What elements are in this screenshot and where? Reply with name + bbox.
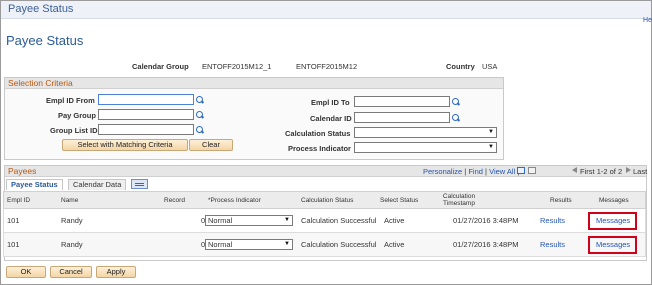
calculation-status-label: Calculation Status bbox=[285, 129, 351, 138]
country-value: USA bbox=[482, 62, 498, 71]
last-arrow-icon[interactable] bbox=[626, 167, 631, 173]
col-calculation-status: Calculation Status bbox=[301, 197, 354, 204]
view-all-link[interactable]: View All bbox=[489, 167, 515, 176]
process-indicator-label: Process Indicator bbox=[288, 144, 351, 153]
payees-title: Payees bbox=[8, 166, 37, 176]
row-select-status: Active bbox=[384, 216, 405, 225]
country-label: Country bbox=[446, 62, 475, 71]
row-results-link[interactable]: Results bbox=[540, 240, 565, 249]
pay-group-label: Pay Group bbox=[58, 111, 96, 120]
chevron-down-icon: ▼ bbox=[488, 129, 494, 135]
lookup-icon[interactable] bbox=[196, 126, 204, 134]
row-name: Randy bbox=[61, 216, 83, 225]
row-empl-id: 101 bbox=[7, 216, 20, 225]
cancel-button[interactable]: Cancel bbox=[50, 266, 92, 278]
messages-highlight-box bbox=[588, 236, 637, 254]
col-empl-id: Empl ID bbox=[7, 197, 31, 204]
calendar-id-input[interactable] bbox=[354, 112, 450, 123]
empl-id-to-label: Empl ID To bbox=[311, 98, 350, 107]
calendar-group-label: Calendar Group bbox=[132, 62, 189, 71]
lookup-icon[interactable] bbox=[196, 96, 204, 104]
row-process-indicator-value: Normal bbox=[208, 216, 233, 225]
group-list-id-label: Group List ID bbox=[50, 126, 98, 135]
payees-header: Payees bbox=[5, 166, 646, 177]
calendar-group-value: ENTOFF2015M12_1 bbox=[202, 62, 272, 71]
clear-button[interactable]: Clear bbox=[189, 139, 233, 151]
apply-button[interactable]: Apply bbox=[96, 266, 136, 278]
calculation-status-select[interactable]: ▼ bbox=[354, 127, 497, 138]
process-indicator-select[interactable]: ▼ bbox=[354, 142, 497, 153]
row-process-indicator-select[interactable]: Normal ▼ bbox=[205, 215, 293, 226]
window-titlebar: Payee Status bbox=[1, 1, 651, 19]
toolbar-separator: | bbox=[485, 167, 487, 176]
empl-id-to-input[interactable] bbox=[354, 96, 450, 107]
group-list-id-input[interactable] bbox=[98, 124, 194, 135]
chevron-down-icon: ▼ bbox=[488, 144, 494, 150]
row-name: Randy bbox=[61, 240, 83, 249]
col-results: Results bbox=[550, 197, 572, 204]
window-title: Payee Status bbox=[8, 3, 74, 15]
row-empl-id: 101 bbox=[7, 240, 20, 249]
selection-criteria-title: Selection Criteria bbox=[8, 78, 73, 88]
col-select-status: Select Status bbox=[380, 197, 419, 204]
page-title: Payee Status bbox=[6, 33, 84, 48]
find-link[interactable]: Find bbox=[468, 167, 483, 176]
tab-payee-status[interactable]: Payee Status bbox=[6, 179, 63, 190]
ok-button[interactable]: OK bbox=[6, 266, 46, 278]
col-name: Name bbox=[61, 197, 79, 204]
row-timestamp: 01/27/2016 3:48PM bbox=[453, 216, 519, 225]
export-grid-icon[interactable] bbox=[517, 167, 525, 174]
empl-id-from-input[interactable] bbox=[98, 94, 194, 105]
select-matching-criteria-button[interactable]: Select with Matching Criteria bbox=[62, 139, 188, 151]
chart-icon[interactable] bbox=[528, 167, 536, 174]
show-all-columns-icon[interactable] bbox=[131, 179, 148, 189]
row-timestamp: 01/27/2016 3:48PM bbox=[453, 240, 519, 249]
grid-header: Empl ID Name Record *Process Indicator C… bbox=[3, 191, 646, 209]
col-record: Record bbox=[164, 197, 185, 204]
table-row: 101 Randy 0 Normal ▼ Calculation Success… bbox=[3, 233, 646, 257]
lookup-icon[interactable] bbox=[452, 98, 460, 106]
row-results-link[interactable]: Results bbox=[540, 216, 565, 225]
calendar-group-desc: ENTOFF2015M12 bbox=[296, 62, 358, 71]
row-calc-status: Calculation Successful bbox=[301, 216, 377, 225]
first-label[interactable]: First bbox=[580, 167, 595, 176]
chevron-down-icon: ▼ bbox=[284, 217, 290, 223]
empl-id-from-label: Empl ID From bbox=[46, 96, 95, 105]
toolbar-separator: | bbox=[464, 167, 467, 176]
tab-calendar-data[interactable]: Calendar Data bbox=[68, 179, 127, 190]
help-link[interactable]: He bbox=[643, 17, 652, 24]
range-label: 1-2 of 2 bbox=[596, 167, 623, 176]
chevron-down-icon: ▼ bbox=[284, 241, 290, 247]
pay-group-input[interactable] bbox=[98, 109, 194, 120]
last-label[interactable]: Last bbox=[633, 167, 647, 176]
messages-highlight-box bbox=[588, 212, 637, 230]
table-row: 101 Randy 0 Normal ▼ Calculation Success… bbox=[3, 209, 646, 233]
row-calc-status: Calculation Successful bbox=[301, 240, 377, 249]
selection-criteria-header: Selection Criteria bbox=[5, 78, 503, 89]
col-process-indicator: *Process Indicator bbox=[208, 197, 261, 204]
col-messages: Messages bbox=[599, 197, 629, 204]
calendar-id-label: Calendar ID bbox=[310, 114, 352, 123]
row-process-indicator-value: Normal bbox=[208, 240, 233, 249]
col-calculation-timestamp: Calculation Timestamp bbox=[442, 193, 476, 207]
personalize-link[interactable]: Personalize bbox=[423, 167, 462, 176]
pager: First 1-2 of 2 bbox=[580, 167, 622, 176]
first-arrow-icon[interactable] bbox=[572, 167, 577, 173]
row-select-status: Active bbox=[384, 240, 405, 249]
row-process-indicator-select[interactable]: Normal ▼ bbox=[205, 239, 293, 250]
grid-toolbar: Personalize | Find | View All | bbox=[423, 167, 519, 176]
lookup-icon[interactable] bbox=[196, 111, 204, 119]
lookup-icon[interactable] bbox=[452, 114, 460, 122]
